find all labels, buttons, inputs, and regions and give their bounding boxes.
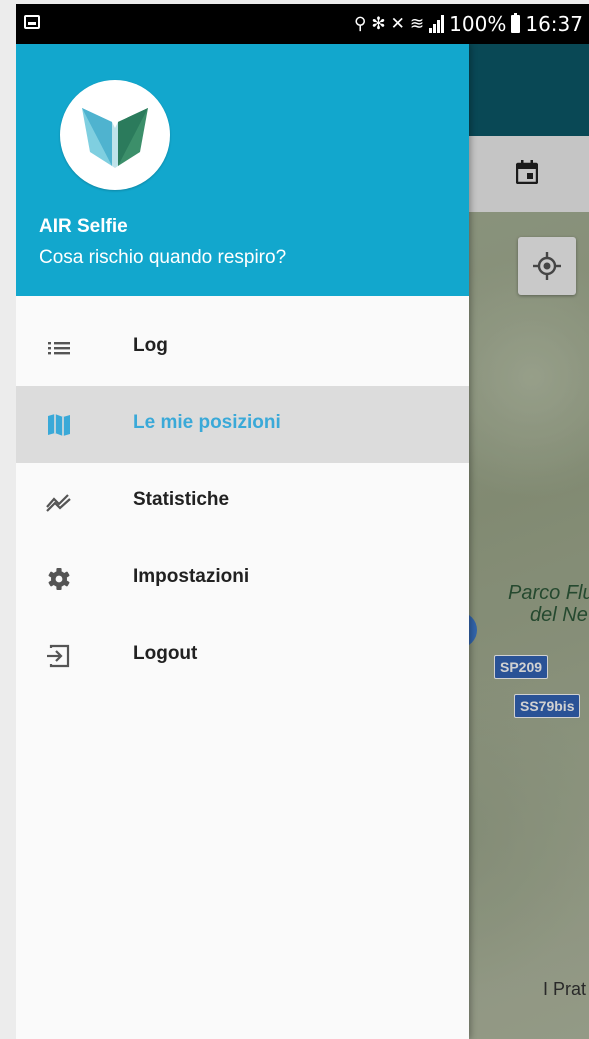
location-icon: ⚲ [353,14,367,34]
menu-item-log[interactable]: Log [16,309,469,386]
clock: 16:37 [525,12,583,36]
mute-icon: ✕ [390,14,405,34]
menu-item-settings-label: Impostazioni [133,566,250,587]
leaf-logo-icon [82,108,148,168]
menu-item-settings[interactable]: Impostazioni [16,540,469,617]
battery-icon [511,13,521,33]
menu-item-logout[interactable]: Logout [16,617,469,694]
drawer-menu: Log Le mie posizioni Statistiche Imposta… [16,296,469,694]
signal-icon [429,15,445,33]
status-bar: ⚲ ✻ ✕ ≋ 100% 16:37 [16,4,589,44]
battery-percent: 100% [449,12,507,36]
app-logo [60,80,170,190]
bluetooth-icon: ✻ [371,14,386,34]
gear-icon [48,568,70,590]
drawer-header: AIR Selfie Cosa rischio quando respiro? [16,44,469,296]
wifi-icon: ≋ [409,14,425,34]
menu-item-log-label: Log [133,335,168,356]
map-icon [48,414,70,436]
menu-item-statistics[interactable]: Statistiche [16,463,469,540]
app-name: AIR Selfie [39,216,128,237]
menu-item-my-positions[interactable]: Le mie posizioni [16,386,469,463]
navigation-drawer: AIR Selfie Cosa rischio quando respiro? … [16,44,469,1039]
app-tagline: Cosa rischio quando respiro? [39,247,287,268]
list-icon [48,342,70,355]
menu-item-logout-label: Logout [133,643,198,664]
gallery-notification-icon [24,15,40,29]
menu-item-my-positions-label: Le mie posizioni [133,412,281,433]
logout-icon [47,644,70,668]
trend-icon [46,494,71,512]
phone-screen: ⚲ ✻ ✕ ≋ 100% 16:37 Parco Flu del Ne SP20… [16,4,589,1039]
menu-item-statistics-label: Statistiche [133,489,230,510]
status-icons: ⚲ ✻ ✕ ≋ 100% 16:37 [354,12,583,36]
